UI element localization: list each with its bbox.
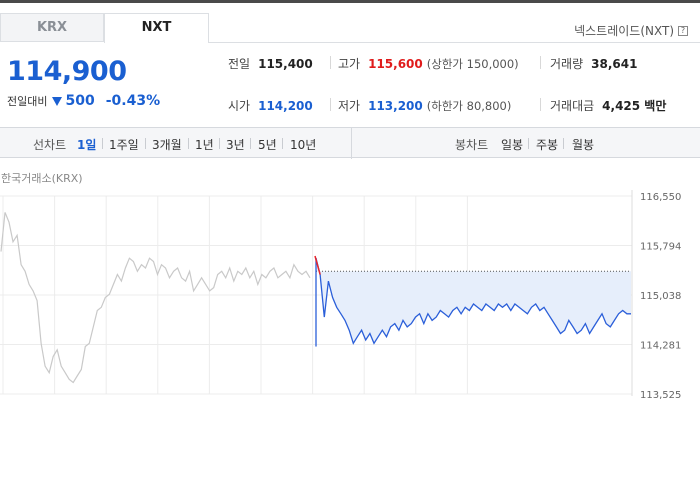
y-tick-label: 113,525	[640, 390, 681, 401]
krx-series-line	[0, 212, 311, 384]
y-tick-label: 116,550	[640, 192, 681, 203]
y-tick-label: 114,281	[640, 341, 681, 352]
y-tick-label: 115,038	[640, 291, 681, 302]
price-chart: 116,550 115,794 115,038 114,281 113,525	[0, 190, 681, 401]
y-tick-label: 115,794	[640, 242, 681, 253]
